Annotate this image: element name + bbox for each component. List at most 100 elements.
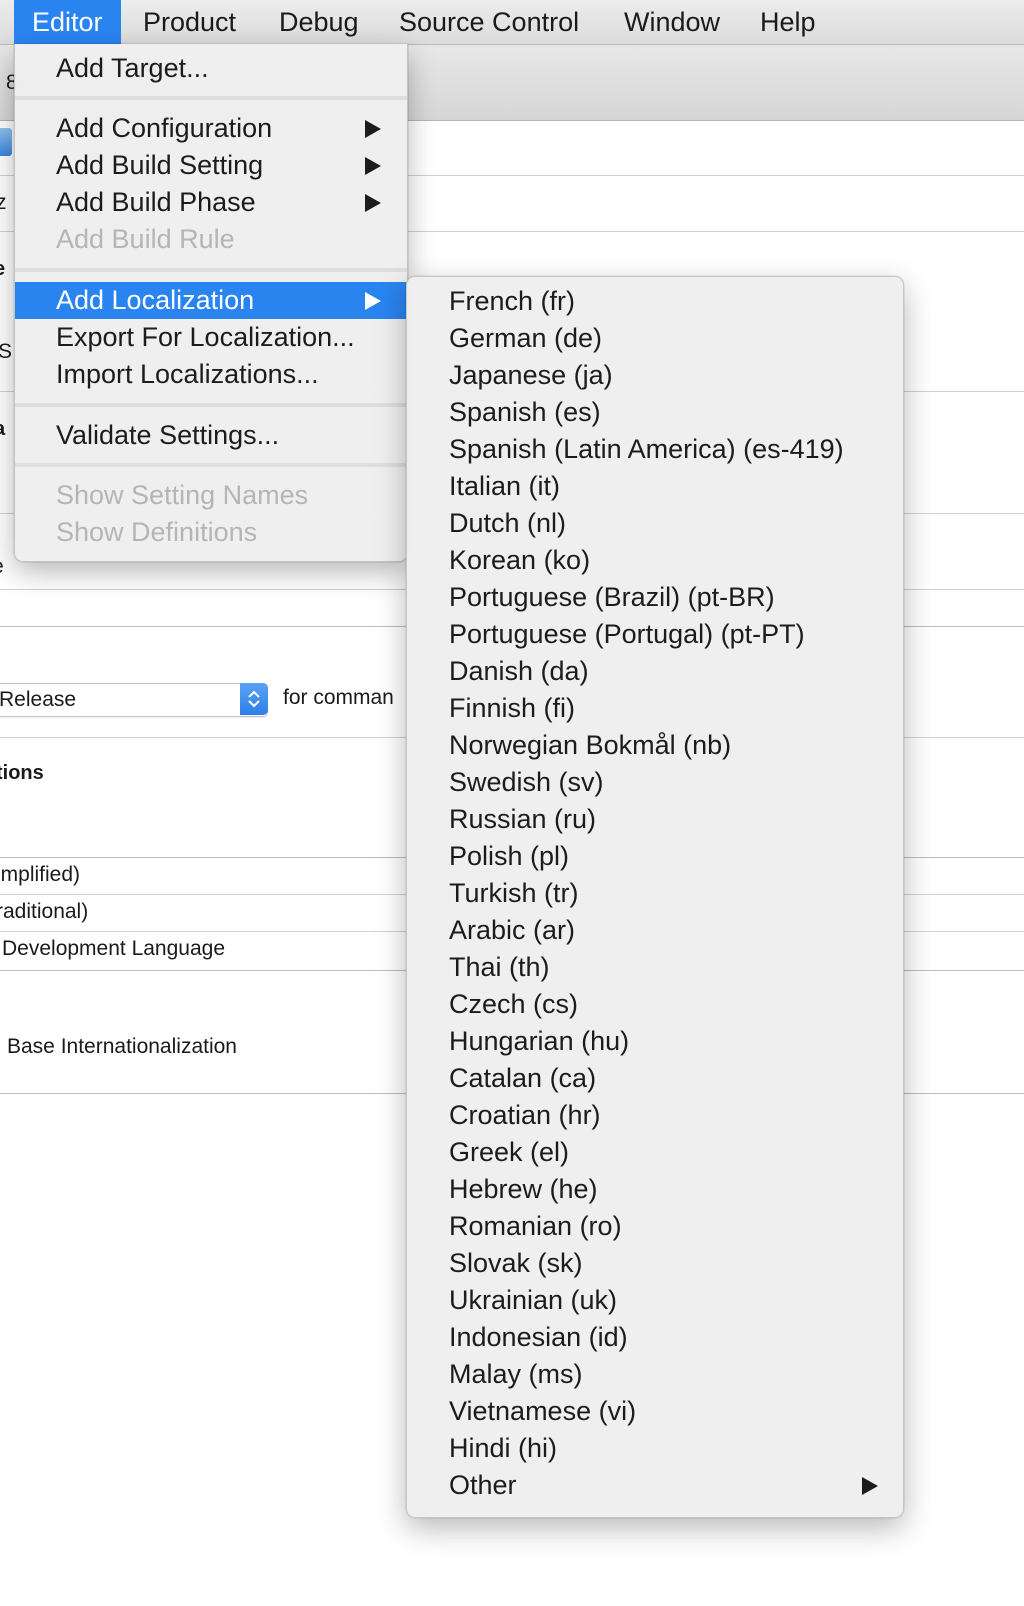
localization-item-label: Thai (th) [449, 952, 550, 982]
popup-stepper-icon [240, 683, 268, 715]
localization-row[interactable]: implified) [0, 863, 80, 887]
build-configuration-popup[interactable]: Release [0, 683, 268, 717]
menu-separator [15, 463, 407, 467]
localization-item-finnish[interactable]: Finnish (fi) [407, 690, 903, 727]
menu-bar: Editor Product Debug Source Control Wind… [0, 0, 1024, 45]
localization-item-portuguese-brazil[interactable]: Portuguese (Brazil) (pt-BR) [407, 579, 903, 616]
row-fragment: e [0, 555, 4, 579]
localization-item-korean[interactable]: Korean (ko) [407, 542, 903, 579]
localization-item-norwegian-bokmal[interactable]: Norwegian Bokmål (nb) [407, 727, 903, 764]
menu-separator [15, 403, 407, 407]
localization-item-label: Portuguese (Portugal) (pt-PT) [449, 619, 805, 649]
localization-item-label: Hindi (hi) [449, 1433, 558, 1463]
build-configuration-value: Release [0, 688, 77, 711]
menu-separator [15, 268, 407, 272]
localization-item-label: Danish (da) [449, 656, 589, 686]
localization-item-label: Greek (el) [449, 1137, 570, 1167]
localization-item-turkish[interactable]: Turkish (tr) [407, 875, 903, 912]
localization-item-hungarian[interactable]: Hungarian (hu) [407, 1023, 903, 1060]
localization-item-spanish-latin-america[interactable]: Spanish (Latin America) (es-419) [407, 431, 903, 468]
localization-item-vietnamese[interactable]: Vietnamese (vi) [407, 1393, 903, 1430]
localization-item-hebrew[interactable]: Hebrew (he) [407, 1171, 903, 1208]
localization-item-portuguese-portugal[interactable]: Portuguese (Portugal) (pt-PT) [407, 616, 903, 653]
menu-source-control[interactable]: Source Control [399, 0, 579, 44]
localization-item-german[interactable]: German (de) [407, 320, 903, 357]
localization-item-other[interactable]: Other [407, 1467, 903, 1504]
localization-item-swedish[interactable]: Swedish (sv) [407, 764, 903, 801]
localization-item-french[interactable]: French (fr) [407, 283, 903, 320]
menu-item-label: Add Build Setting [56, 150, 264, 180]
row-fragment: S [0, 340, 13, 363]
localization-item-label: Japanese (ja) [449, 360, 613, 390]
localization-item-greek[interactable]: Greek (el) [407, 1134, 903, 1171]
menu-item-add-build-rule: Add Build Rule [15, 221, 407, 258]
localization-item-hindi[interactable]: Hindi (hi) [407, 1430, 903, 1467]
localization-item-russian[interactable]: Russian (ru) [407, 801, 903, 838]
menu-help[interactable]: Help [760, 0, 816, 44]
localization-item-polish[interactable]: Polish (pl) [407, 838, 903, 875]
localization-item-label: French (fr) [449, 286, 576, 316]
localization-item-croatian[interactable]: Croatian (hr) [407, 1097, 903, 1134]
localization-item-thai[interactable]: Thai (th) [407, 949, 903, 986]
localizations-heading: tions [0, 762, 44, 784]
menu-item-label: Add Target... [56, 53, 209, 83]
submenu-arrow-icon [365, 194, 381, 212]
localization-item-dutch[interactable]: Dutch (nl) [407, 505, 903, 542]
localization-item-label: Hebrew (he) [449, 1174, 598, 1204]
menu-editor[interactable]: Editor [14, 0, 121, 44]
localization-item-indonesian[interactable]: Indonesian (id) [407, 1319, 903, 1356]
add-localization-submenu: French (fr) German (de) Japanese (ja) Sp… [406, 276, 904, 1518]
menu-window[interactable]: Window [624, 0, 720, 44]
menu-item-label: Add Build Phase [56, 187, 256, 217]
menu-separator [15, 96, 407, 100]
submenu-arrow-icon [365, 292, 381, 310]
menu-item-import-localizations[interactable]: Import Localizations... [15, 356, 407, 393]
menu-item-add-build-phase[interactable]: Add Build Phase [15, 184, 407, 221]
menu-item-export-for-localization[interactable]: Export For Localization... [15, 319, 407, 356]
menu-item-label: Import Localizations... [56, 359, 319, 389]
localization-item-danish[interactable]: Danish (da) [407, 653, 903, 690]
menu-item-add-localization[interactable]: Add Localization [15, 282, 407, 319]
menu-item-label: Add Localization [56, 285, 255, 315]
localization-item-malay[interactable]: Malay (ms) [407, 1356, 903, 1393]
localization-item-label: Turkish (tr) [449, 878, 579, 908]
localization-item-label: Hungarian (hu) [449, 1026, 630, 1056]
menu-item-label: Add Build Rule [56, 224, 235, 254]
menu-item-add-target[interactable]: Add Target... [15, 50, 407, 87]
submenu-arrow-icon [365, 157, 381, 175]
menu-debug[interactable]: Debug [279, 0, 359, 44]
editor-menu: Add Target... Add Configuration Add Buil… [14, 44, 408, 562]
localization-row[interactable]: Development Language [2, 937, 225, 961]
localization-item-label: Malay (ms) [449, 1359, 583, 1389]
localization-item-label: German (de) [449, 323, 603, 353]
menu-item-label: Add Configuration [56, 113, 273, 143]
localization-item-label: Slovak (sk) [449, 1248, 583, 1278]
localization-item-ukrainian[interactable]: Ukrainian (uk) [407, 1282, 903, 1319]
localization-item-italian[interactable]: Italian (it) [407, 468, 903, 505]
project-file-icon [0, 128, 12, 156]
menu-item-add-build-setting[interactable]: Add Build Setting [15, 147, 407, 184]
localization-item-label: Finnish (fi) [449, 693, 576, 723]
row-fragment: a [0, 418, 5, 441]
localization-item-label: Polish (pl) [449, 841, 570, 871]
localization-item-label: Russian (ru) [449, 804, 597, 834]
localization-item-label: Indonesian (id) [449, 1322, 628, 1352]
menu-item-show-setting-names: Show Setting Names [15, 477, 407, 514]
menu-item-add-configuration[interactable]: Add Configuration [15, 110, 407, 147]
localization-item-czech[interactable]: Czech (cs) [407, 986, 903, 1023]
localization-item-catalan[interactable]: Catalan (ca) [407, 1060, 903, 1097]
localization-item-label: Spanish (Latin America) (es-419) [449, 434, 844, 464]
localization-row[interactable]: raditional) [0, 900, 88, 924]
menu-product[interactable]: Product [143, 0, 236, 44]
localization-item-romanian[interactable]: Romanian (ro) [407, 1208, 903, 1245]
localization-item-japanese[interactable]: Japanese (ja) [407, 357, 903, 394]
build-configuration-suffix: for comman [283, 686, 394, 709]
menu-item-validate-settings[interactable]: Validate Settings... [15, 417, 407, 454]
localization-item-label: Catalan (ca) [449, 1063, 597, 1093]
localization-item-arabic[interactable]: Arabic (ar) [407, 912, 903, 949]
row-fragment: z [0, 191, 7, 214]
localization-item-label: Swedish (sv) [449, 767, 604, 797]
localization-item-label: Arabic (ar) [449, 915, 576, 945]
localization-item-spanish[interactable]: Spanish (es) [407, 394, 903, 431]
localization-item-slovak[interactable]: Slovak (sk) [407, 1245, 903, 1282]
